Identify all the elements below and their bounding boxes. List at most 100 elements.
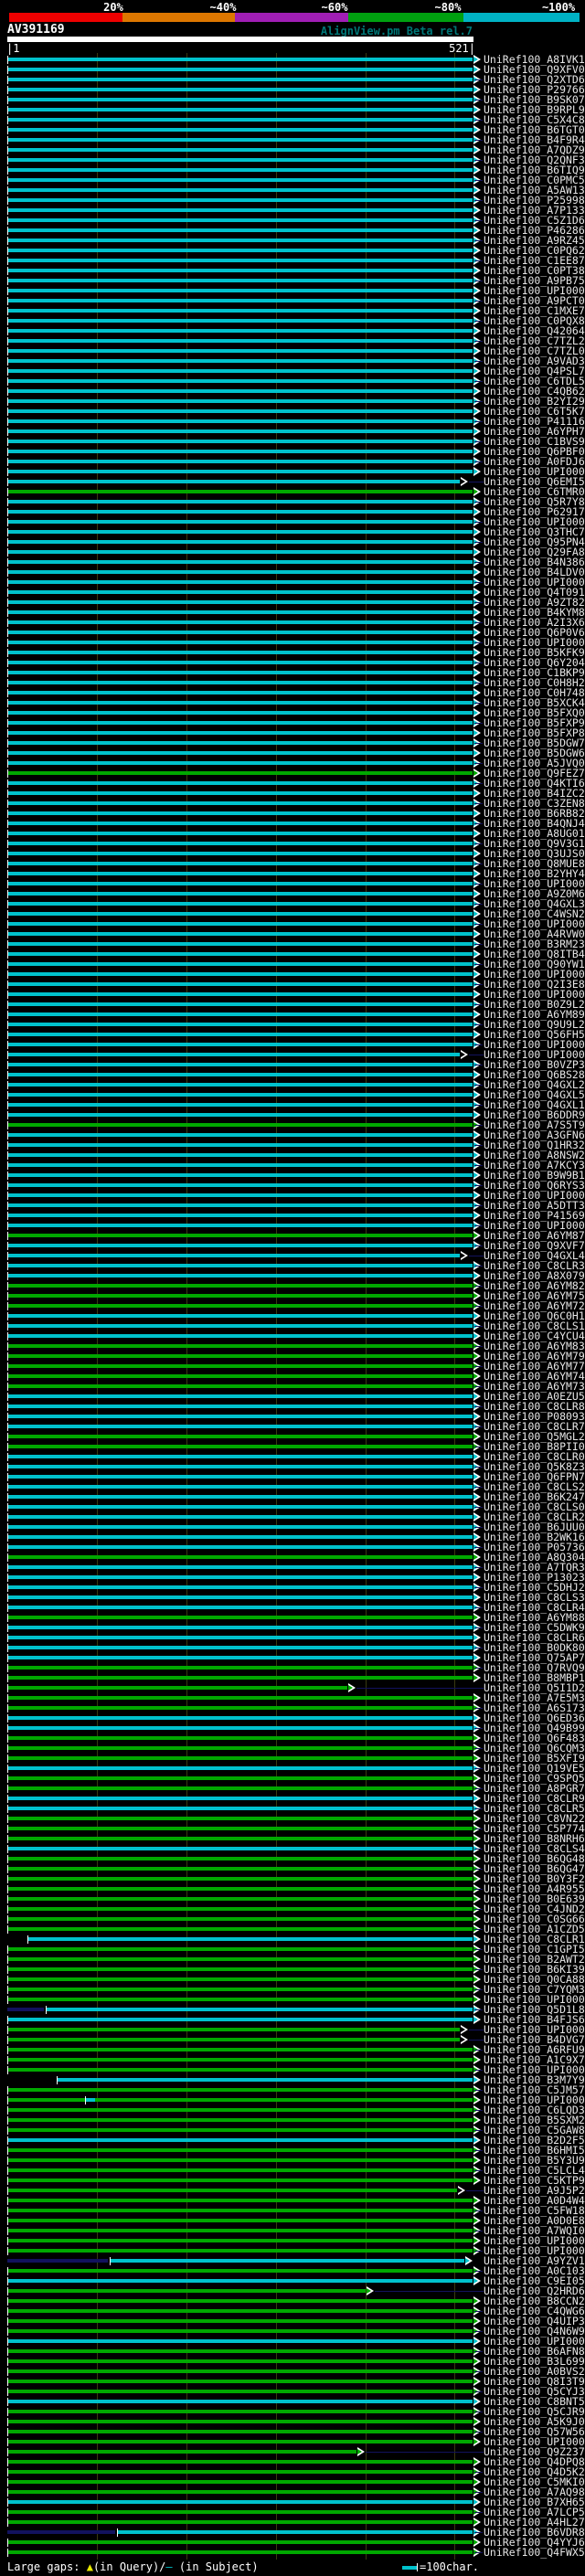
- alignment-bar: [8, 2088, 473, 2092]
- alignment-bar: [8, 1143, 473, 1147]
- label-connector-line: [474, 240, 483, 241]
- alignment-bar: [8, 1364, 473, 1368]
- label-connector-line: [474, 904, 483, 905]
- alignment-end-arrow-fill: [473, 1635, 478, 1640]
- alignment-bar: [8, 1043, 473, 1046]
- alignment-bar: [8, 922, 473, 926]
- alignment-end-arrow-fill: [473, 529, 478, 535]
- alignment-end-arrow-fill: [357, 2449, 362, 2454]
- alignment-bar: [8, 2380, 473, 2383]
- alignment-end-arrow-fill: [473, 2519, 478, 2525]
- alignment-end-arrow-fill: [473, 1414, 478, 1419]
- alignment-bar: [8, 1736, 473, 1740]
- alignment-bar: [8, 2500, 473, 2504]
- alignment-end-arrow-fill: [461, 479, 465, 484]
- alignment-end-arrow-fill: [473, 368, 478, 374]
- alignment-end-arrow-fill: [473, 790, 478, 796]
- alignment-bar: [8, 188, 473, 192]
- identity-key-label: ~100%: [541, 1, 576, 14]
- alignment-bar: [8, 108, 473, 111]
- alignment-end-arrow-fill: [473, 1595, 478, 1600]
- alignment-bar: [8, 289, 473, 292]
- label-connector-line: [474, 1346, 483, 1347]
- alignment-bar: [8, 801, 473, 805]
- label-connector-line: [375, 2291, 484, 2292]
- label-connector-line: [474, 743, 483, 744]
- label-connector-line: [474, 2251, 483, 2252]
- alignment-end-arrow-fill: [473, 1856, 478, 1861]
- alignment-end-arrow-fill: [473, 1112, 478, 1118]
- alignment-bar: [8, 1887, 473, 1891]
- alignment-bar: [8, 671, 473, 674]
- alignment-bar: [8, 832, 473, 835]
- alignment-bar: [8, 741, 473, 745]
- alignment-end-arrow-fill: [473, 911, 478, 917]
- alignment-bar: [8, 228, 473, 232]
- label-connector-line: [474, 2331, 483, 2332]
- alignment-bar: [8, 751, 473, 755]
- alignment-end-arrow-fill: [473, 1032, 478, 1037]
- alignment-end-arrow-fill: [473, 1534, 478, 1540]
- label-connector-line: [474, 1024, 483, 1025]
- alignment-end-arrow-fill: [473, 469, 478, 474]
- alignment-bar: [8, 771, 473, 775]
- alignment-bar: [8, 2209, 473, 2212]
- alignment-end-arrow-fill: [473, 2539, 478, 2545]
- label-connector-line: [474, 2210, 483, 2211]
- identity-key-segment: [235, 13, 348, 22]
- scale-unit-legend: =100char.: [402, 2560, 479, 2573]
- alignment-end-arrow-fill: [473, 167, 478, 173]
- alignment-bar: [8, 1555, 473, 1559]
- label-connector-line: [474, 1889, 483, 1890]
- identity-key-segment: [122, 13, 235, 22]
- alignment-bar: [8, 1002, 473, 1006]
- alignment-end-arrow-fill: [473, 1012, 478, 1017]
- hit-label[interactable]: UniRef100_Q4FWX5: [484, 2547, 585, 2558]
- label-connector-line: [474, 2532, 483, 2533]
- alignment-bar: [8, 1595, 473, 1599]
- alignment-end-arrow-fill: [473, 951, 478, 957]
- alignment-end-arrow-fill: [461, 1052, 465, 1057]
- alignment-bar: [8, 1012, 473, 1016]
- alignment-bar: [8, 1807, 473, 1810]
- alignment-bar: [8, 1193, 473, 1197]
- alignment-bar: [8, 490, 473, 493]
- alignment-end-arrow-fill: [473, 710, 478, 716]
- alignment-end-arrow-fill: [473, 1072, 478, 1077]
- alignment-bar: [8, 1023, 473, 1026]
- alignment-bar: [8, 68, 473, 71]
- alignment-bar: [8, 842, 473, 845]
- alignment-bar: [8, 1988, 473, 1991]
- alignment-bar: [8, 1616, 473, 1619]
- label-connector-line: [356, 1688, 484, 1689]
- alignment-bar: [8, 1113, 473, 1117]
- alignment-bar: [8, 2098, 473, 2102]
- alignment-bar: [8, 811, 473, 815]
- alignment-bar: [8, 1666, 473, 1670]
- alignment-end-arrow-fill: [473, 971, 478, 977]
- label-connector-line: [474, 301, 483, 302]
- alignment-end-arrow-fill: [473, 2439, 478, 2444]
- alignment-bar: [8, 2028, 460, 2031]
- alignment-row[interactable]: UniRef100_Q4FWX5: [0, 2547, 585, 2558]
- alignment-bar: [8, 470, 473, 473]
- alignment-end-arrow-fill: [473, 1172, 478, 1178]
- alignment-end-arrow-fill: [473, 1755, 478, 1761]
- label-connector-line: [474, 1909, 483, 1910]
- alignment-end-arrow-fill: [473, 1655, 478, 1660]
- label-connector-line: [474, 622, 483, 623]
- alignment-bar: [8, 2369, 473, 2373]
- alignment-bar: [8, 409, 473, 413]
- alignment-bar: [8, 2420, 473, 2423]
- label-connector-line: [474, 1849, 483, 1850]
- label-connector-line: [474, 542, 483, 543]
- alignment-bar: [8, 1304, 473, 1308]
- alignment-bar: [8, 1525, 473, 1529]
- alignment-bar: [8, 1837, 473, 1840]
- alignment-bar: [8, 1354, 473, 1358]
- alignment-bar: [8, 1947, 473, 1951]
- label-connector-line: [474, 2391, 483, 2392]
- alignment-bar: [8, 1405, 473, 1408]
- alignment-bar: [8, 2450, 356, 2454]
- label-connector-line: [474, 2050, 483, 2051]
